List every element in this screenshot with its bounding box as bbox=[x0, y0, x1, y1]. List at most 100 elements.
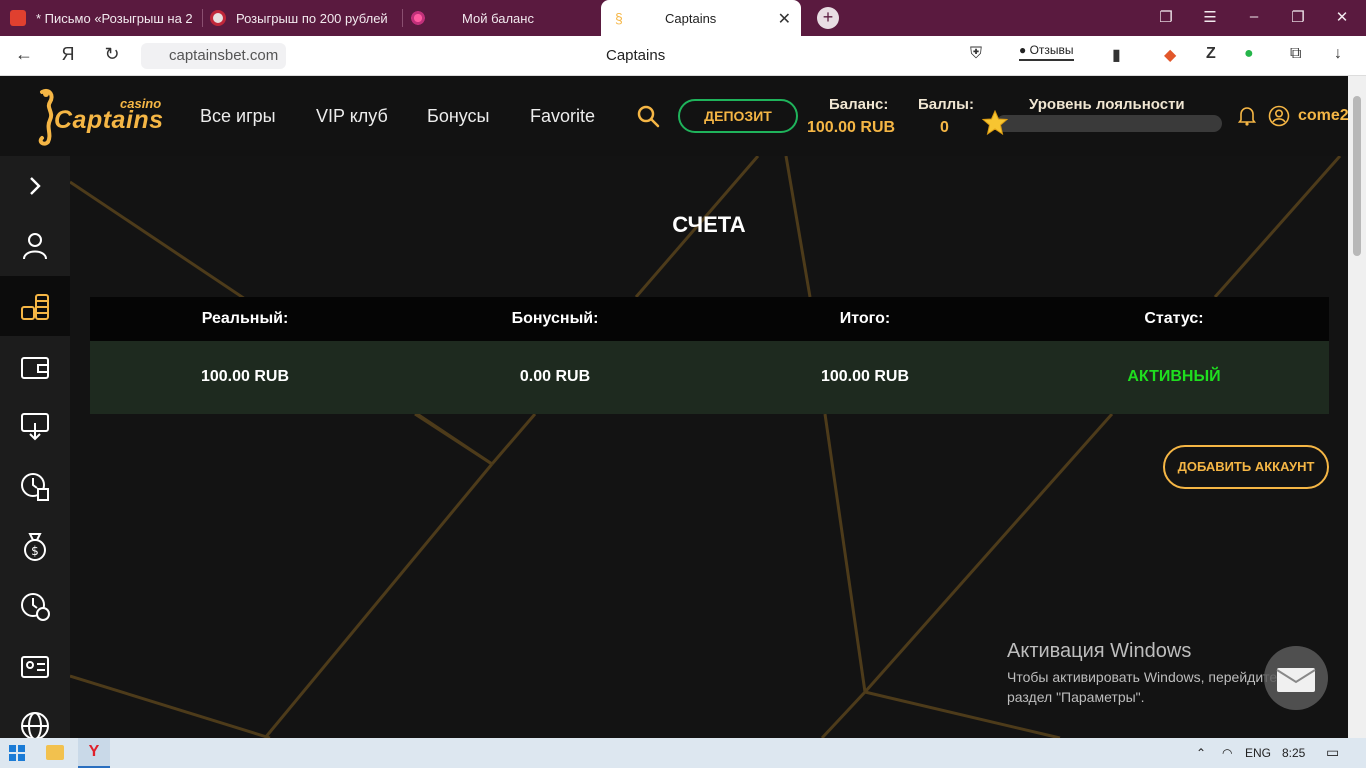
status-badge: АКТИВНЫЙ bbox=[1127, 368, 1221, 385]
reviews-button[interactable]: ● Отзывы bbox=[1019, 43, 1074, 61]
add-account-button[interactable]: ДОБАВИТЬ АККАУНТ bbox=[1163, 445, 1329, 489]
sidebar-item-verification[interactable] bbox=[0, 636, 70, 696]
chat-button[interactable] bbox=[1264, 646, 1328, 710]
profile-icon bbox=[23, 233, 47, 260]
tab-divider bbox=[202, 9, 203, 27]
tab-label: * Письмо «Розыгрыш на 2 bbox=[36, 10, 193, 26]
table-row: 100.00 RUB 0.00 RUB 100.00 RUB АКТИВНЫЙ bbox=[90, 341, 1329, 414]
tray-chevron-icon[interactable]: ⌃ bbox=[1196, 746, 1206, 760]
wallet-icon bbox=[21, 357, 49, 379]
tab-label: Розыгрыш по 200 рублей bbox=[236, 10, 388, 26]
url-field[interactable]: captainsbet.com bbox=[141, 43, 287, 69]
nav-bonuses[interactable]: Бонусы bbox=[427, 106, 490, 127]
clock-dollar-icon bbox=[21, 593, 50, 621]
coins-icon bbox=[21, 294, 49, 320]
search-icon[interactable] bbox=[636, 104, 660, 128]
tab-label: Мой баланс bbox=[462, 10, 534, 26]
windows-start-icon[interactable] bbox=[9, 745, 25, 761]
windows-activation-watermark: Активация Windows Чтобы активировать Win… bbox=[1007, 640, 1289, 707]
clock[interactable]: 8:25 bbox=[1282, 746, 1305, 760]
page-scrollbar[interactable] bbox=[1348, 76, 1366, 738]
sidebar-item-history[interactable] bbox=[0, 456, 70, 516]
points-label: Баллы: bbox=[918, 96, 974, 113]
sidebar-item-money[interactable]: $ bbox=[0, 516, 70, 576]
sidebar-expand[interactable] bbox=[0, 156, 70, 216]
minimize-icon[interactable]: – bbox=[1244, 8, 1264, 25]
extensions-icon[interactable]: ⧉ bbox=[1290, 45, 1301, 63]
nav-vip-club[interactable]: VIP клуб bbox=[316, 106, 388, 127]
restore-icon[interactable]: ❐ bbox=[1288, 8, 1308, 26]
browser-tab-balance[interactable]: Мой баланс bbox=[410, 0, 596, 36]
sidebar-item-wallet[interactable] bbox=[0, 336, 70, 396]
zen-icon[interactable]: Z bbox=[1206, 45, 1216, 63]
activation-line2: раздел "Параметры". bbox=[1007, 689, 1145, 705]
loyalty-progress-bar bbox=[996, 115, 1222, 132]
header-total: Итого: bbox=[839, 310, 891, 327]
id-card-icon bbox=[21, 656, 49, 678]
sidebar-item-withdraw[interactable] bbox=[0, 396, 70, 456]
whatsapp-icon[interactable]: ● bbox=[1244, 45, 1254, 63]
browser-tab-mail[interactable]: * Письмо «Розыгрыш на 2 bbox=[10, 0, 196, 36]
header-status: Статус: bbox=[1144, 310, 1204, 327]
network-icon[interactable]: ◠ bbox=[1222, 746, 1232, 760]
star-icon bbox=[982, 110, 1008, 136]
bell-icon[interactable] bbox=[1238, 106, 1256, 126]
tab-label: Captains bbox=[665, 10, 717, 26]
reviews-label: Отзывы bbox=[1029, 43, 1074, 57]
username[interactable]: come2 bbox=[1298, 107, 1349, 125]
address-bar: ← Я ↻ captainsbet.com Captains ⛨ ● Отзыв… bbox=[0, 36, 1366, 76]
yandex-icon[interactable]: Я bbox=[56, 44, 80, 65]
activation-line1: Чтобы активировать Windows, перейдите в bbox=[1007, 669, 1289, 685]
balance-label: Баланс: bbox=[829, 96, 889, 113]
new-tab-button[interactable]: + bbox=[817, 7, 839, 29]
yandex-browser-icon[interactable]: Y bbox=[78, 738, 110, 768]
seahorse-icon: § bbox=[615, 10, 623, 26]
flower-icon bbox=[410, 10, 426, 26]
nav-favorite[interactable]: Favorite bbox=[530, 106, 595, 127]
close-window-icon[interactable]: ✕ bbox=[1332, 8, 1352, 26]
mail-icon bbox=[10, 10, 26, 26]
header-bonus: Бонусный: bbox=[511, 310, 599, 327]
real-balance: 100.00 RUB bbox=[200, 368, 290, 385]
back-icon[interactable]: ← bbox=[12, 44, 36, 65]
language-indicator[interactable]: ENG bbox=[1245, 746, 1271, 760]
accounts-title: СЧЕТА bbox=[672, 212, 746, 237]
header-real: Реальный: bbox=[201, 310, 289, 327]
scrollbar-thumb[interactable] bbox=[1353, 96, 1361, 256]
sidebar-item-profile[interactable] bbox=[0, 216, 70, 276]
tab-divider bbox=[402, 9, 403, 27]
chevron-right-icon bbox=[30, 177, 41, 195]
reload-icon[interactable]: ↻ bbox=[100, 44, 124, 65]
activation-title: Активация Windows bbox=[1007, 640, 1192, 662]
taskbar: Y ⌃ ◠ ENG 8:25 ▭ bbox=[0, 738, 1366, 768]
file-explorer-icon[interactable] bbox=[46, 745, 64, 760]
main-content: СЧЕТА Реальный: Бонусный: Итого: Статус:… bbox=[70, 156, 1348, 738]
notifications-icon[interactable]: ▭ bbox=[1326, 744, 1339, 761]
browser-tab-captains[interactable]: § Captains ✕ bbox=[601, 0, 801, 36]
user-icon[interactable] bbox=[1268, 105, 1290, 127]
deposit-button[interactable]: ДЕПОЗИТ bbox=[678, 99, 798, 133]
points-value: 0 bbox=[940, 119, 949, 136]
page-title: Captains bbox=[606, 47, 666, 64]
menu-icon[interactable]: ☰ bbox=[1200, 8, 1220, 26]
sidebar: $ bbox=[0, 156, 70, 740]
browser-tab-lottery[interactable]: Розыгрыш по 200 рублей bbox=[210, 0, 396, 36]
chip-icon bbox=[210, 10, 226, 26]
balance-value: 100.00 RUB bbox=[807, 119, 896, 136]
site-header: casino Captains Все игры VIP клуб Бонусы… bbox=[0, 76, 1349, 156]
sidebar-item-transactions[interactable] bbox=[0, 576, 70, 636]
nav-all-games[interactable]: Все игры bbox=[200, 106, 276, 127]
bookmark-icon[interactable]: ▮ bbox=[1112, 45, 1121, 65]
bonus-balance: 0.00 RUB bbox=[519, 368, 591, 385]
bookmarks-icon[interactable]: ❐ bbox=[1156, 8, 1176, 26]
close-icon[interactable]: ✕ bbox=[778, 9, 791, 29]
brave-icon[interactable]: ◆ bbox=[1164, 45, 1176, 65]
logo-text[interactable]: Captains bbox=[54, 106, 164, 135]
download-icon[interactable]: ↓ bbox=[1334, 45, 1342, 63]
svg-text:$: $ bbox=[31, 544, 39, 558]
sidebar-item-accounts[interactable] bbox=[0, 276, 70, 336]
withdraw-icon bbox=[21, 413, 49, 441]
accounts-table-header: Реальный: Бонусный: Итого: Статус: bbox=[90, 297, 1329, 341]
clock-document-icon bbox=[21, 473, 49, 501]
protect-icon[interactable]: ⛨ bbox=[970, 45, 982, 63]
